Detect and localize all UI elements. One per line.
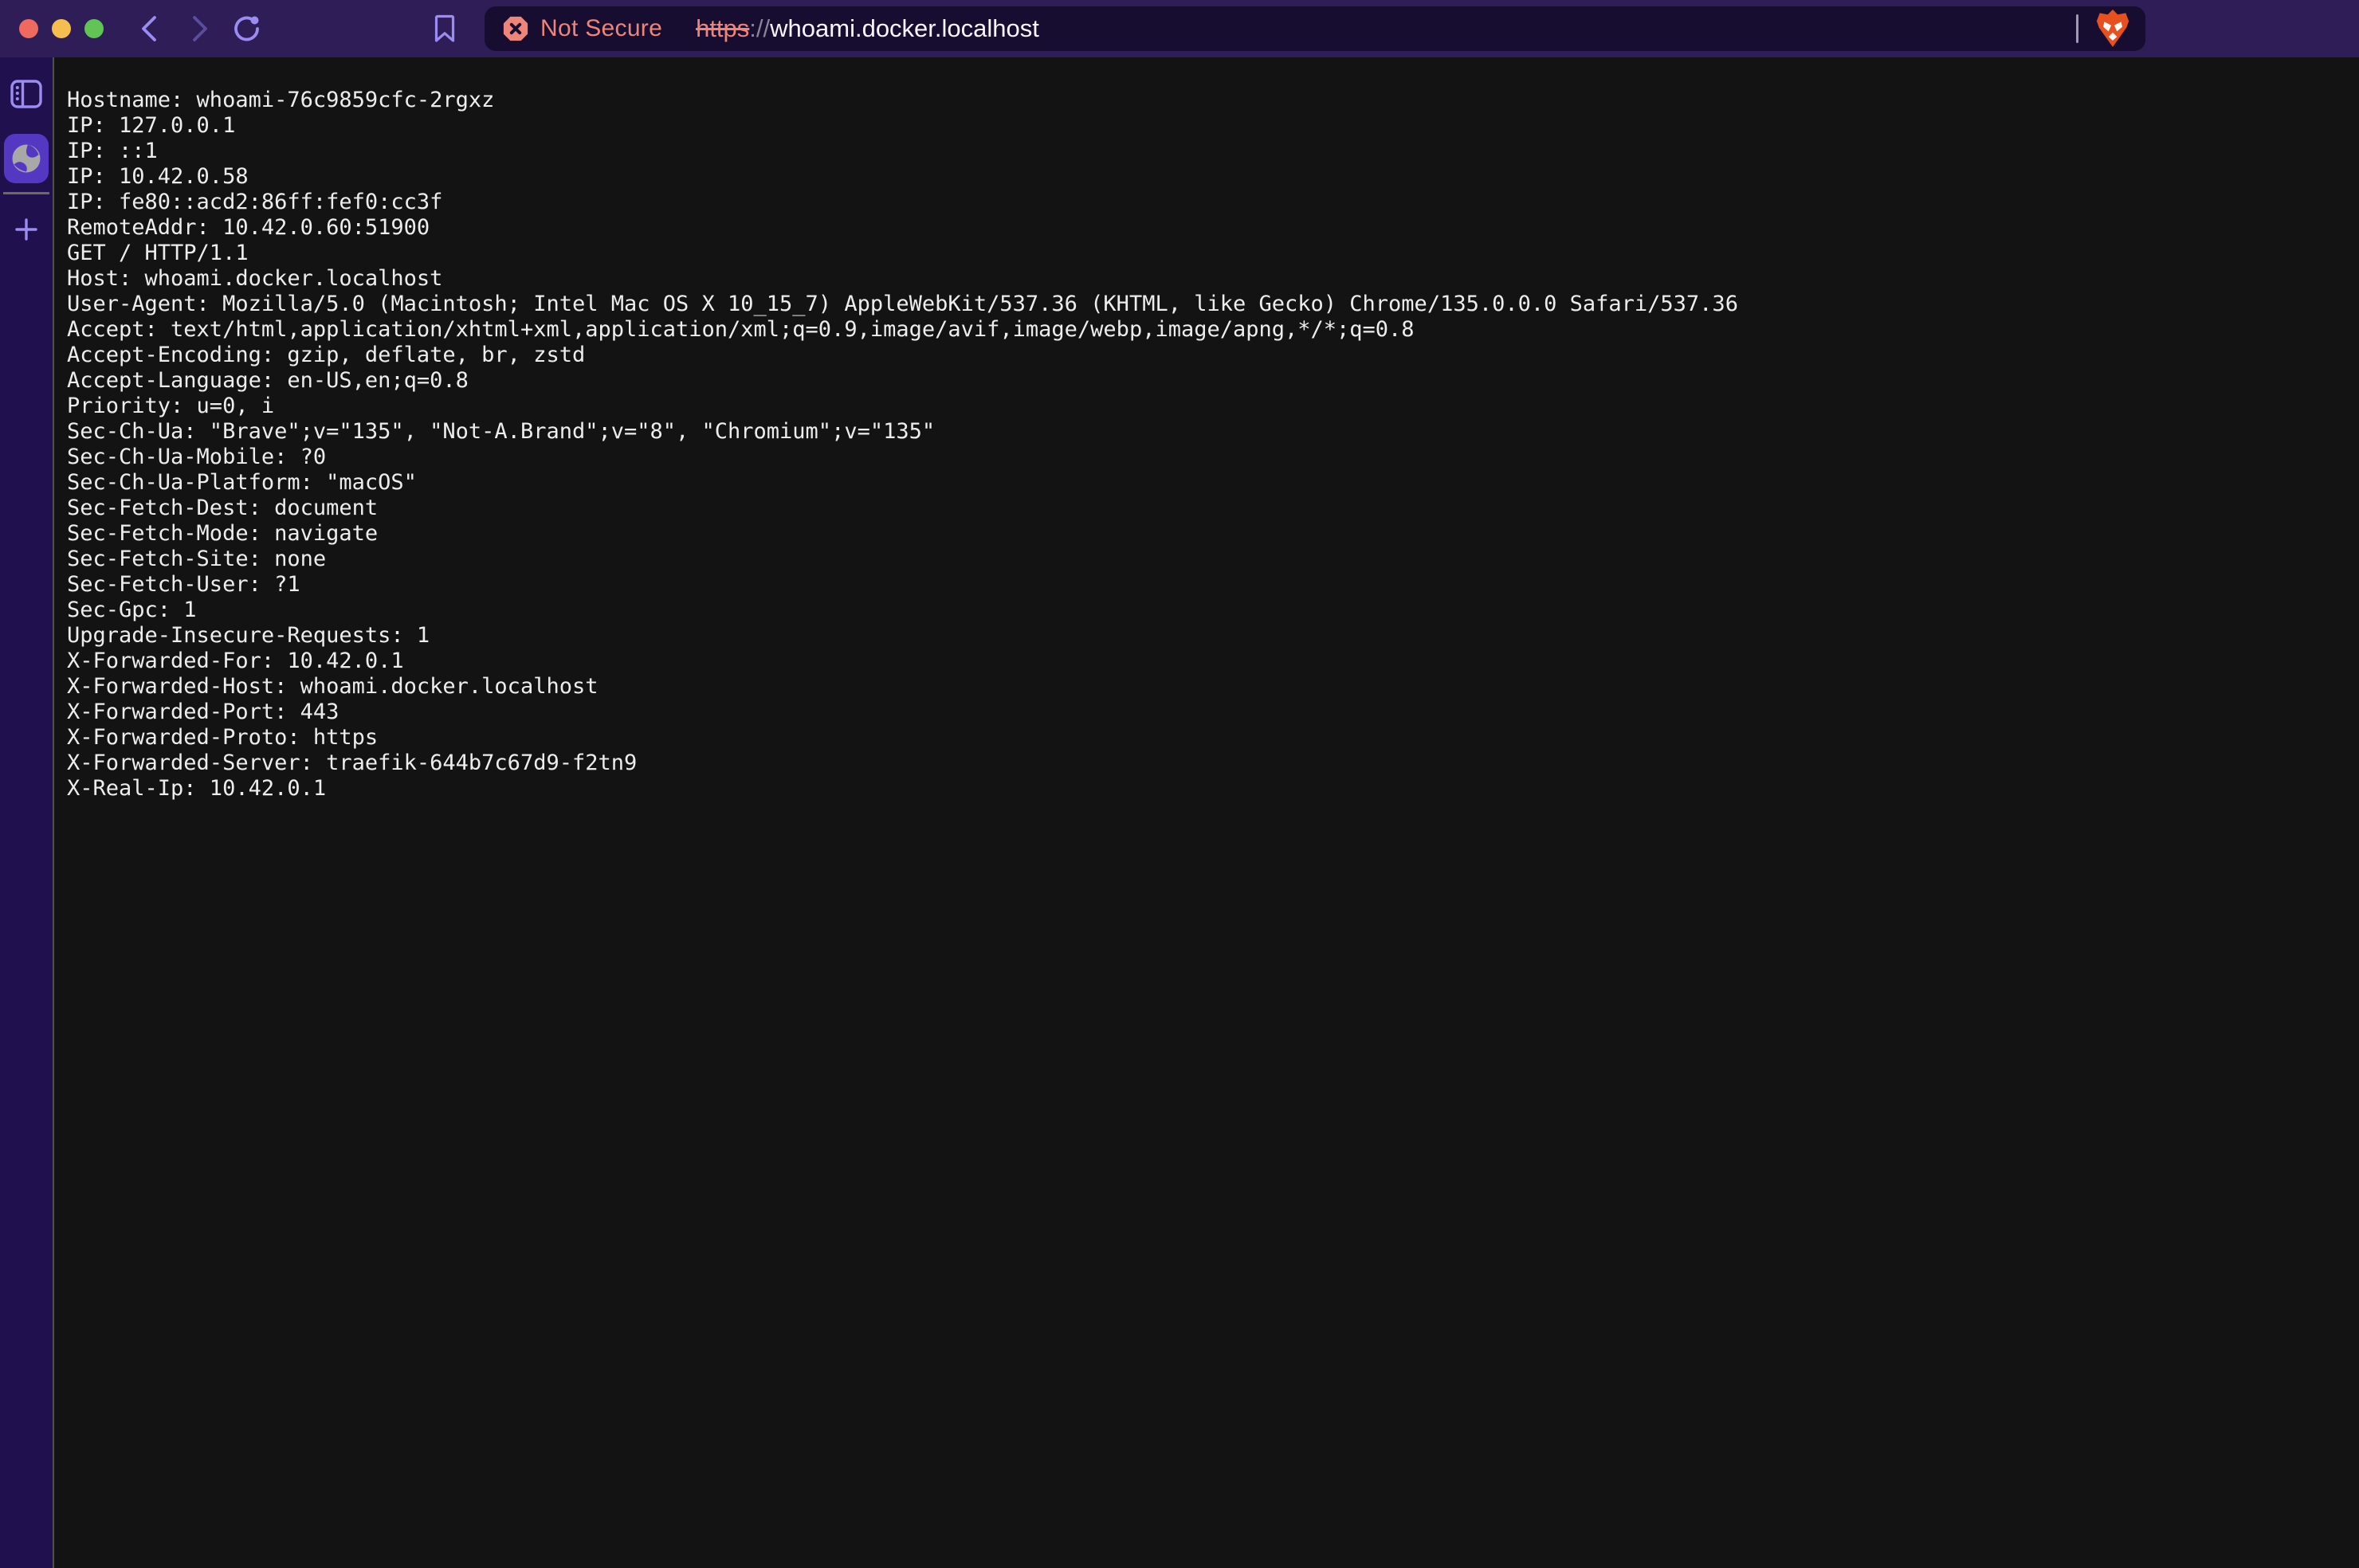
urlbar-divider: [2076, 14, 2078, 43]
reload-icon: [231, 13, 263, 45]
plus-icon: [14, 217, 39, 242]
url-scheme-separator: ://: [749, 14, 770, 42]
sidebar-panel-icon: [10, 80, 42, 108]
not-secure-label: Not Secure: [540, 15, 662, 42]
url-host: whoami.docker.localhost: [770, 14, 1039, 42]
close-window-button[interactable]: [19, 19, 38, 38]
page-content: Hostname: whoami-76c9859cfc-2rgxz IP: 12…: [53, 57, 2359, 1568]
url-text: https://whoami.docker.localhost: [696, 14, 1039, 43]
bookmarks-button[interactable]: [427, 11, 462, 46]
address-bar[interactable]: Not Secure https://whoami.docker.localho…: [485, 6, 2145, 51]
tab-strip-divider: [3, 192, 49, 194]
not-secure-icon[interactable]: [502, 15, 529, 42]
chevron-right-icon: [186, 14, 213, 44]
bookmark-icon: [434, 14, 456, 44]
globe-icon: [10, 142, 43, 175]
url-scheme: https: [696, 14, 749, 42]
whoami-output: Hostname: whoami-76c9859cfc-2rgxz IP: 12…: [54, 57, 2359, 802]
window-controls: [19, 19, 104, 38]
brave-shields-button[interactable]: [2094, 8, 2131, 49]
brave-lion-icon: [2094, 8, 2131, 49]
window-body: Hostname: whoami-76c9859cfc-2rgxz IP: 12…: [0, 57, 2359, 1568]
back-button[interactable]: [132, 11, 167, 46]
browser-toolbar: Not Secure https://whoami.docker.localho…: [0, 0, 2359, 57]
browser-window: Not Secure https://whoami.docker.localho…: [0, 0, 2359, 1568]
active-tab[interactable]: [4, 134, 49, 183]
minimize-window-button[interactable]: [52, 19, 71, 38]
forward-button[interactable]: [182, 11, 217, 46]
sidebar-toggle-button[interactable]: [9, 78, 44, 110]
zoom-window-button[interactable]: [84, 19, 104, 38]
chevron-left-icon: [136, 14, 163, 44]
reload-button[interactable]: [230, 11, 265, 46]
vertical-tab-strip: [0, 57, 53, 1568]
new-tab-button[interactable]: [10, 214, 42, 245]
